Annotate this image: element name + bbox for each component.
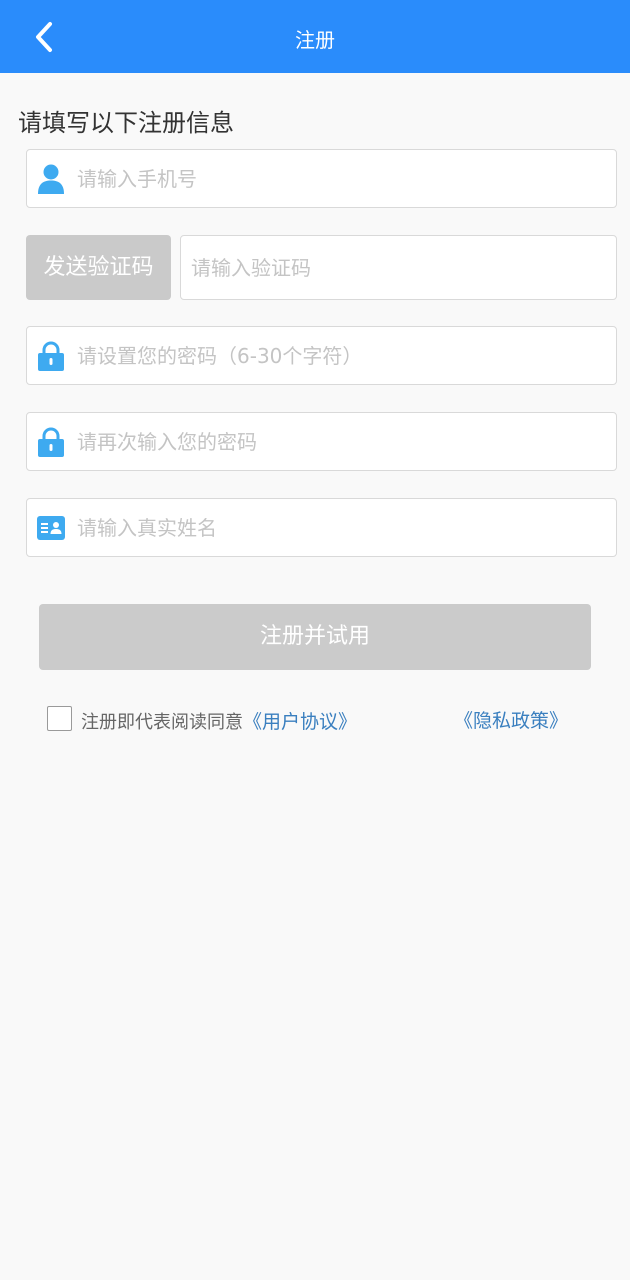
user-icon [38, 164, 64, 194]
privacy-policy-link[interactable]: 《隐私政策》 [454, 706, 568, 733]
agreement-prefix: 注册即代表阅读同意 [81, 712, 243, 733]
send-code-button[interactable]: 发送验证码 [26, 235, 171, 300]
lock-icon [38, 427, 64, 457]
page-title: 注册 [295, 28, 335, 52]
agreement-checkbox[interactable] [47, 706, 72, 731]
real-name-field[interactable] [26, 498, 617, 557]
verification-code-field[interactable] [180, 235, 617, 300]
id-card-icon [37, 515, 65, 540]
confirm-password-field[interactable] [26, 412, 617, 471]
user-agreement-link[interactable]: 《用户协议》 [243, 711, 357, 733]
register-trial-button[interactable]: 注册并试用 [39, 604, 591, 670]
app-header: 注册 [0, 0, 630, 73]
agreement-text: 注册即代表阅读同意《用户协议》 [81, 707, 357, 734]
password-input[interactable] [77, 327, 606, 384]
form-heading: 请填写以下注册信息 [18, 109, 234, 137]
phone-input[interactable] [77, 150, 606, 207]
confirm-password-input[interactable] [77, 413, 606, 470]
real-name-input[interactable] [77, 499, 606, 556]
verification-code-input[interactable] [191, 236, 606, 299]
password-field[interactable] [26, 326, 617, 385]
lock-icon [38, 341, 64, 371]
phone-field[interactable] [26, 149, 617, 208]
